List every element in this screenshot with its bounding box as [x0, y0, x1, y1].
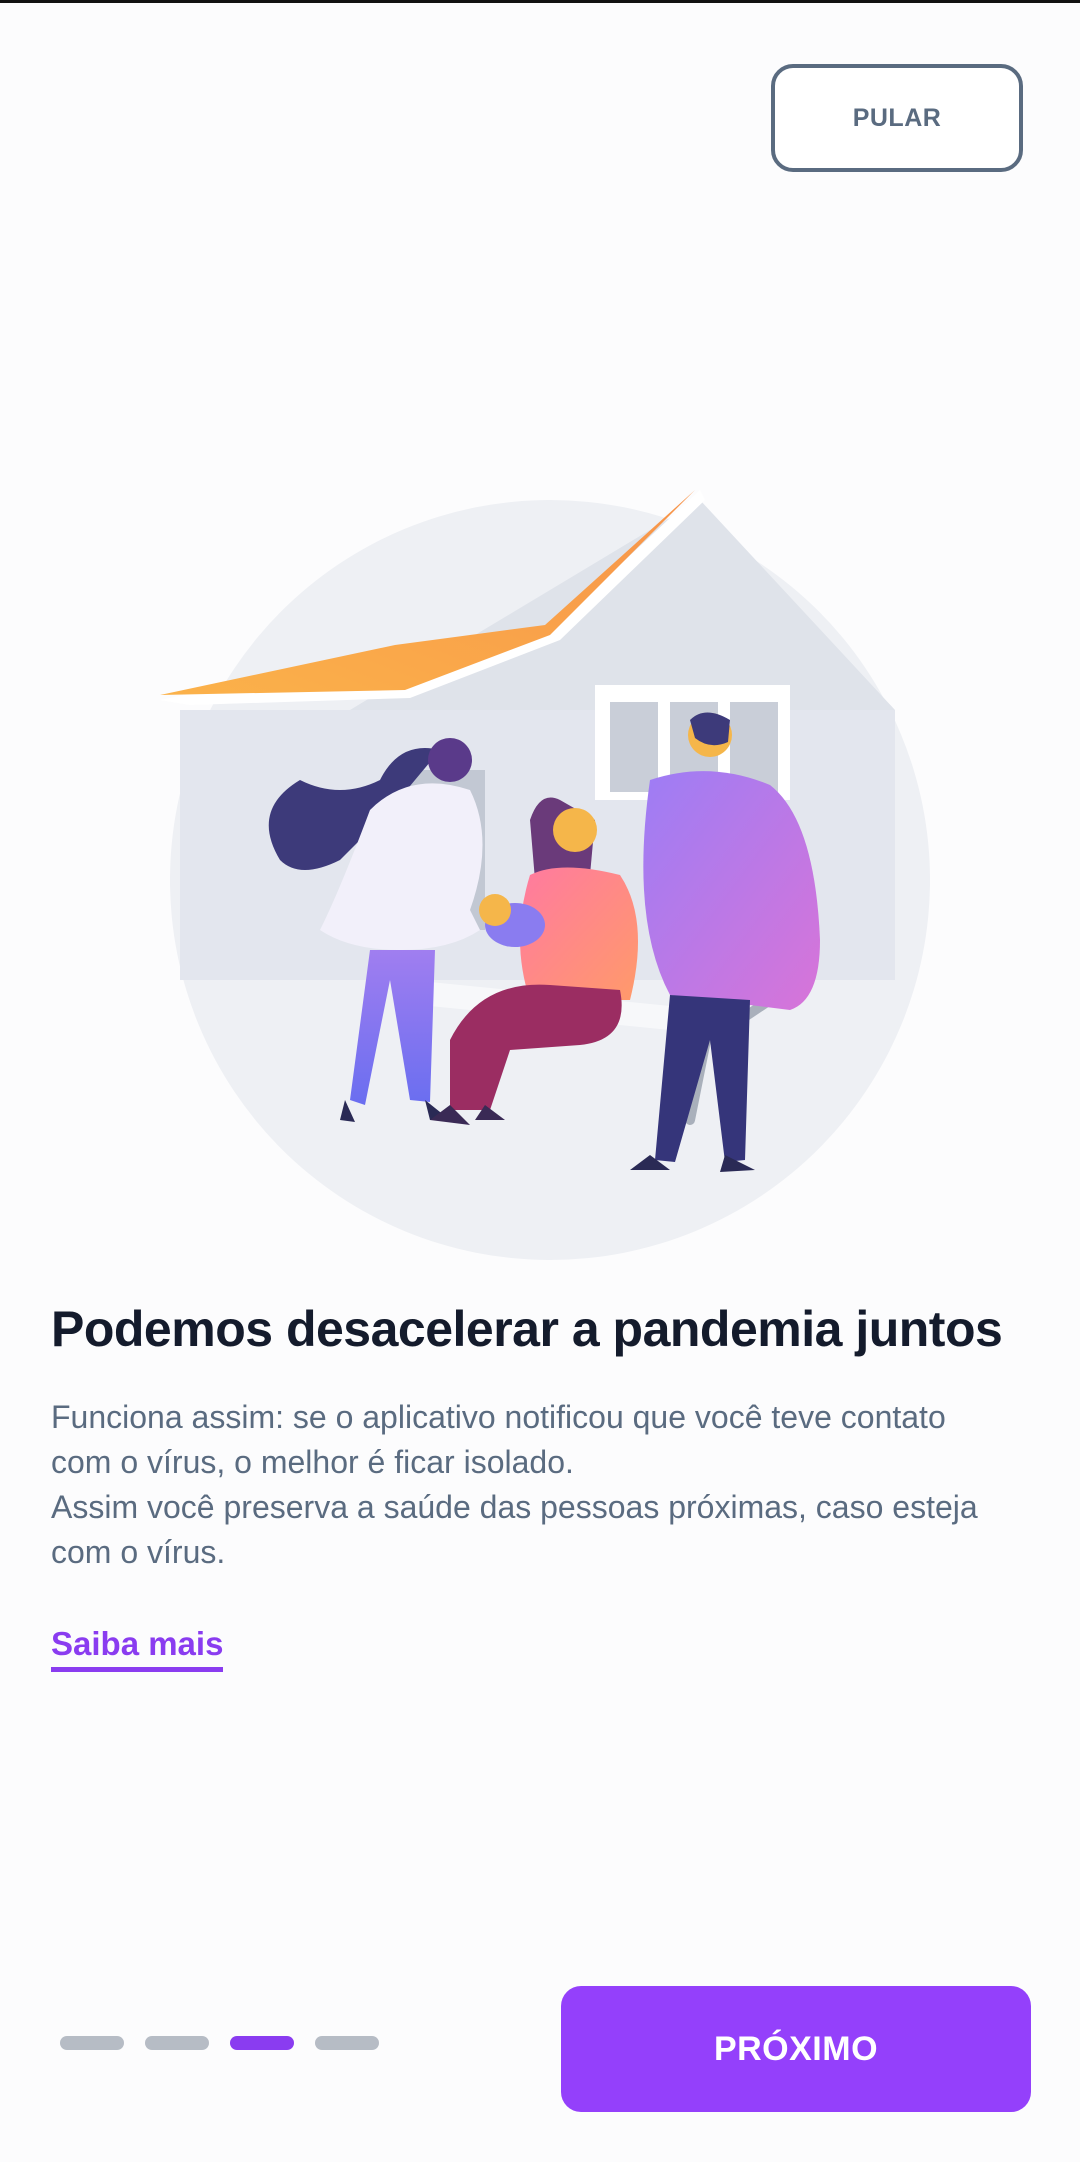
description-line: Assim você preserva a saúde das pessoas … [51, 1489, 978, 1570]
pagination-dot-active [230, 2036, 294, 2050]
pagination-dot [315, 2036, 379, 2050]
next-button[interactable]: PRÓXIMO [561, 1986, 1031, 2112]
page-title: Podemos desacelerar a pandemia juntos [51, 1301, 1003, 1357]
family-house-illustration [160, 490, 930, 1260]
pagination-dot [60, 2036, 124, 2050]
description: Funciona assim: se o aplicativo notifico… [51, 1395, 1011, 1575]
skip-button[interactable]: PULAR [771, 64, 1023, 172]
description-line: Funciona assim: se o aplicativo notifico… [51, 1399, 946, 1480]
pagination-dot [145, 2036, 209, 2050]
pagination-dots [60, 2036, 379, 2050]
learn-more-link[interactable]: Saiba mais [51, 1625, 224, 1672]
status-bar-line [0, 0, 1080, 3]
